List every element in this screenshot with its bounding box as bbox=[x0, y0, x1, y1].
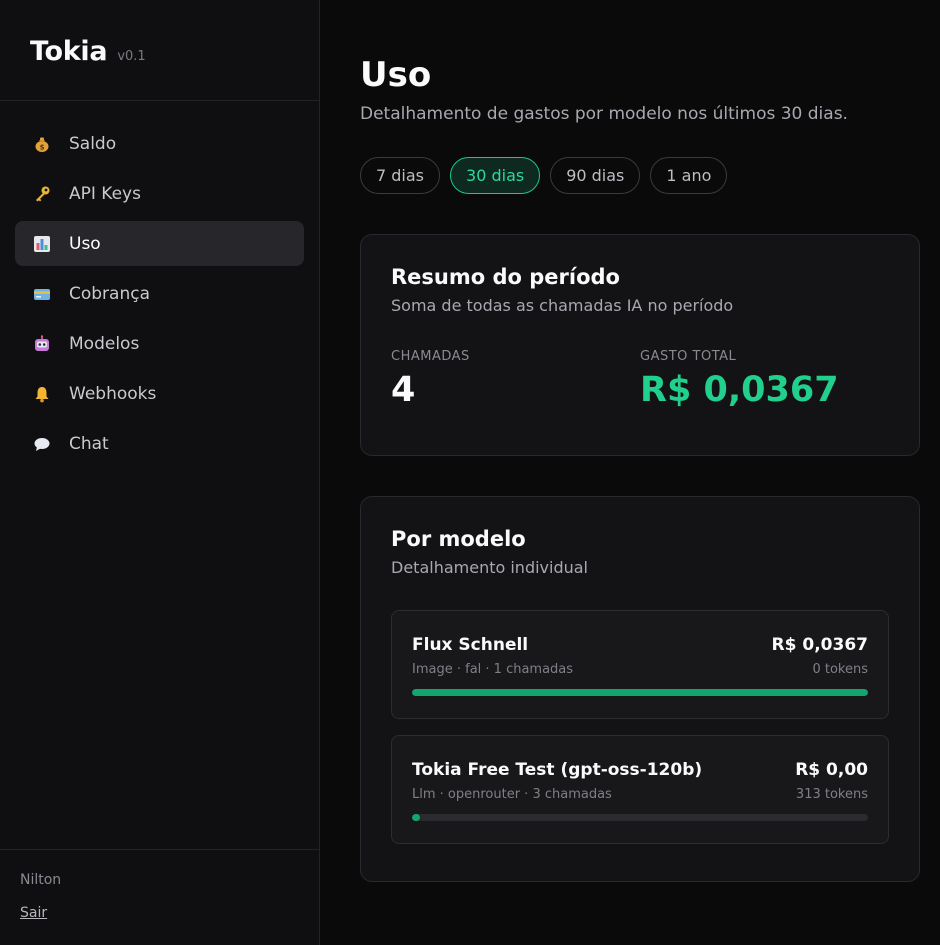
sidebar-item-api-keys[interactable]: API Keys bbox=[15, 171, 304, 216]
sidebar-footer: Nilton Sair bbox=[0, 849, 319, 945]
models-card: Por modelo Detalhamento individual Flux … bbox=[360, 496, 920, 882]
stat-total-label: GASTO TOTAL bbox=[640, 349, 737, 364]
usage-bar-track bbox=[412, 689, 868, 696]
usage-bar-track bbox=[412, 814, 868, 821]
app-root: Tokia v0.1 $ Saldo API Keys Uso Cobrança… bbox=[0, 0, 940, 945]
svg-text:$: $ bbox=[40, 143, 45, 151]
sidebar-item-label: Chat bbox=[69, 433, 109, 454]
money-bag-icon: $ bbox=[33, 135, 51, 153]
models-subtitle: Detalhamento individual bbox=[391, 558, 588, 577]
model-row[interactable]: Tokia Free Test (gpt-oss-120b) R$ 0,00 L… bbox=[391, 735, 889, 844]
model-tokens: 0 tokens bbox=[812, 662, 868, 677]
summary-title: Resumo do período bbox=[391, 265, 620, 289]
sidebar: Tokia v0.1 $ Saldo API Keys Uso Cobrança… bbox=[0, 0, 320, 945]
model-tokens: 313 tokens bbox=[795, 787, 868, 802]
brand[interactable]: Tokia v0.1 bbox=[0, 0, 319, 101]
stat-calls-value: 4 bbox=[391, 370, 416, 410]
range-tab-7-dias[interactable]: 7 dias bbox=[360, 157, 441, 194]
sidebar-item-label: Uso bbox=[69, 233, 101, 254]
stat-calls-label: CHAMADAS bbox=[391, 349, 470, 364]
model-row[interactable]: Flux Schnell R$ 0,0367 Image · fal · 1 c… bbox=[391, 610, 889, 719]
main-content: Uso Detalhamento de gastos por modelo no… bbox=[320, 0, 940, 945]
model-cost: R$ 0,0367 bbox=[771, 635, 868, 655]
model-meta: Image · fal · 1 chamadas bbox=[412, 662, 574, 677]
range-tab-90-dias[interactable]: 90 dias bbox=[550, 157, 641, 194]
sidebar-item-label: API Keys bbox=[69, 183, 141, 204]
user-name: Nilton bbox=[20, 872, 62, 888]
model-row-header: Tokia Free Test (gpt-oss-120b) R$ 0,00 bbox=[412, 760, 868, 780]
page-subtitle: Detalhamento de gastos por modelo nos úl… bbox=[360, 104, 848, 124]
model-meta: Llm · openrouter · 3 chamadas bbox=[412, 787, 612, 802]
range-tab-30-dias[interactable]: 30 dias bbox=[450, 157, 541, 194]
stat-total: GASTO TOTAL R$ 0,0367 bbox=[640, 349, 889, 410]
sidebar-item-webhooks[interactable]: Webhooks bbox=[15, 371, 304, 416]
sidebar-item-cobranca[interactable]: Cobrança bbox=[15, 271, 304, 316]
bar-chart-icon bbox=[33, 235, 51, 253]
model-row-details: Llm · openrouter · 3 chamadas 313 tokens bbox=[412, 787, 868, 802]
sidebar-item-label: Saldo bbox=[69, 133, 117, 154]
usage-bar-fill bbox=[412, 689, 868, 696]
model-row-details: Image · fal · 1 chamadas 0 tokens bbox=[412, 662, 868, 677]
sidebar-item-chat[interactable]: Chat bbox=[15, 421, 304, 466]
stat-total-value: R$ 0,0367 bbox=[640, 370, 839, 410]
sidebar-nav: $ Saldo API Keys Uso Cobrança Modelos We… bbox=[0, 101, 319, 471]
range-tab-1-ano[interactable]: 1 ano bbox=[650, 157, 728, 194]
robot-icon bbox=[33, 334, 51, 353]
summary-subtitle: Soma de todas as chamadas IA no período bbox=[391, 296, 734, 315]
model-cost: R$ 0,00 bbox=[795, 760, 868, 780]
sidebar-item-label: Modelos bbox=[69, 333, 140, 354]
sidebar-item-label: Webhooks bbox=[69, 383, 157, 404]
model-name: Tokia Free Test (gpt-oss-120b) bbox=[412, 760, 703, 780]
sidebar-item-label: Cobrança bbox=[69, 283, 151, 304]
models-title: Por modelo bbox=[391, 527, 526, 551]
brand-name: Tokia bbox=[30, 36, 108, 67]
credit-card-icon bbox=[33, 285, 51, 303]
brand-version: v0.1 bbox=[117, 49, 146, 64]
sidebar-item-modelos[interactable]: Modelos bbox=[15, 321, 304, 366]
summary-stats: CHAMADAS 4 GASTO TOTAL R$ 0,0367 bbox=[391, 349, 889, 410]
speech-bubble-icon bbox=[33, 435, 51, 453]
summary-card: Resumo do período Soma de todas as chama… bbox=[360, 234, 920, 456]
stat-calls: CHAMADAS 4 bbox=[391, 349, 640, 410]
range-tabs: 7 dias 30 dias 90 dias 1 ano bbox=[360, 157, 920, 194]
sidebar-item-saldo[interactable]: $ Saldo bbox=[15, 121, 304, 166]
key-icon bbox=[33, 185, 51, 203]
page-title: Uso bbox=[360, 55, 432, 95]
model-row-header: Flux Schnell R$ 0,0367 bbox=[412, 635, 868, 655]
logout-link[interactable]: Sair bbox=[20, 905, 47, 921]
usage-bar-fill bbox=[412, 814, 420, 821]
models-list: Flux Schnell R$ 0,0367 Image · fal · 1 c… bbox=[391, 610, 889, 844]
model-name: Flux Schnell bbox=[412, 635, 529, 655]
sidebar-item-uso[interactable]: Uso bbox=[15, 221, 304, 266]
bell-icon bbox=[33, 385, 51, 403]
